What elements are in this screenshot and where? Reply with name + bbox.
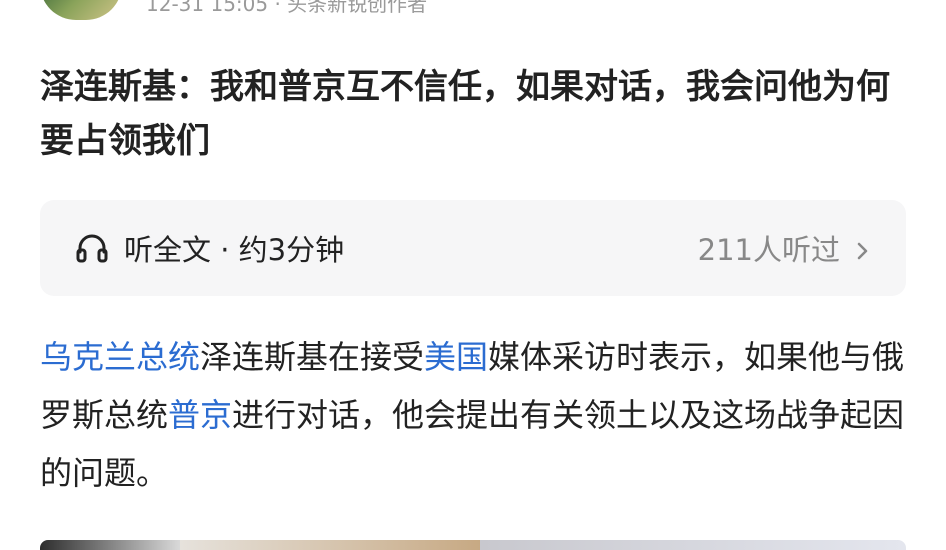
body-text-segment: 泽连斯基在接受 — [200, 338, 425, 376]
chevron-right-icon — [854, 236, 872, 260]
body-link-putin[interactable]: 普京 — [168, 396, 232, 434]
article-title: 泽连斯基：我和普京互不信任，如果对话，我会问他为何要占领我们 — [40, 67, 890, 161]
listen-label: 听全文 · 约3分钟 — [124, 233, 345, 267]
article-image-strip[interactable] — [40, 540, 906, 550]
headphone-icon — [74, 230, 110, 266]
avatar[interactable] — [40, 0, 122, 20]
body-link-ukraine-president[interactable]: 乌克兰总统 — [40, 338, 200, 376]
article-body: 乌克兰总统泽连斯基在接受美国媒体采访时表示，如果他与俄罗斯总统普京进行对话，他会… — [40, 328, 906, 502]
body-link-usa[interactable]: 美国 — [424, 338, 488, 376]
listen-count: 211人听过 — [697, 233, 840, 267]
author-row: 12-31 15:05 · 头条新锐创作者 — [40, 0, 427, 20]
listen-left: 听全文 · 约3分钟 — [74, 227, 344, 269]
article-image[interactable] — [40, 540, 180, 550]
listen-full-text-card[interactable]: 听全文 · 约3分钟 211人听过 — [40, 200, 906, 296]
article-image[interactable] — [480, 540, 906, 550]
listen-right: 211人听过 — [698, 227, 872, 269]
publish-meta: 12-31 15:05 · 头条新锐创作者 — [146, 0, 428, 16]
article-image[interactable] — [180, 540, 480, 550]
